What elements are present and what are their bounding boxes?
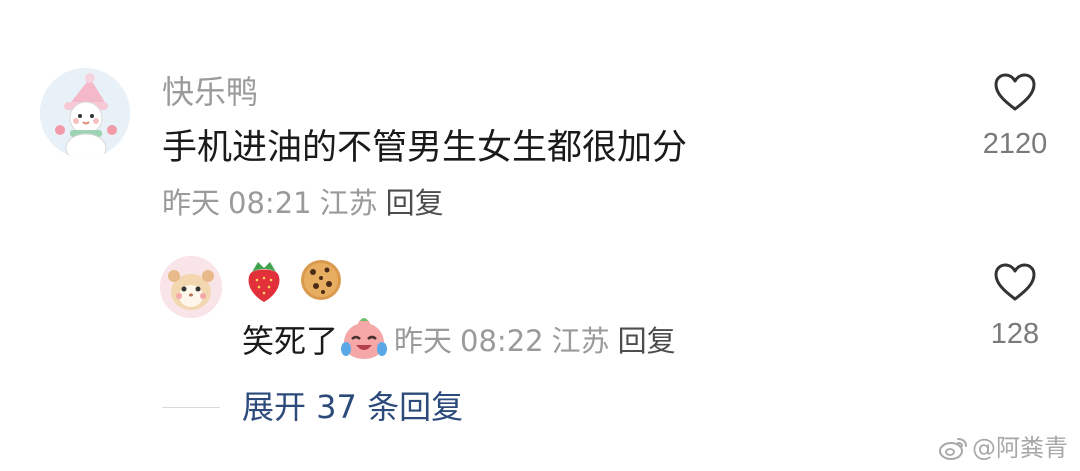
reply-like-button[interactable]: 128 <box>975 262 1055 352</box>
reply-button[interactable]: 回复 <box>386 186 444 220</box>
expand-divider <box>162 407 220 408</box>
like-button[interactable]: 2120 <box>975 72 1055 162</box>
snowman-avatar-icon <box>40 68 130 158</box>
cookie-emoji <box>301 260 342 300</box>
laughing-crying-face-emoji <box>341 318 388 359</box>
comment-meta: 昨天 08:21 江苏 回复 <box>162 184 452 222</box>
heart-icon[interactable] <box>993 72 1037 112</box>
comment-location: 江苏 <box>319 186 378 220</box>
hamster-avatar-icon <box>160 256 222 318</box>
reply-emoji-row <box>244 258 353 306</box>
comment-text: 手机进油的不管男生女生都很加分 <box>162 128 688 168</box>
weibo-logo-icon <box>939 438 967 460</box>
heart-icon[interactable] <box>993 262 1037 302</box>
username[interactable]: 快乐鸭 <box>162 72 258 112</box>
reply-reply-button[interactable]: 回复 <box>618 324 676 358</box>
reply-location: 江苏 <box>551 324 610 358</box>
expand-replies-link[interactable]: 展开 37 条回复 <box>242 386 463 428</box>
comment-date: 昨天 <box>162 186 221 220</box>
strawberry-emoji <box>248 262 280 302</box>
like-count: 2120 <box>982 128 1048 160</box>
avatar[interactable] <box>40 68 130 158</box>
watermark: @阿粪青 <box>938 433 1068 463</box>
reply-date: 昨天 <box>394 324 453 358</box>
comment-time: 08:21 <box>228 186 312 220</box>
reply-time: 08:22 <box>460 324 544 358</box>
reply-line: 笑死了 昨天 08:22 江苏 回复 <box>242 316 684 362</box>
reply-text: 笑死了 <box>242 322 339 360</box>
watermark-text: @阿粪青 <box>972 434 1068 462</box>
reply-avatar[interactable] <box>160 256 222 318</box>
reply-like-count: 128 <box>990 318 1040 350</box>
reply-meta: 昨天 08:22 江苏 回复 <box>394 318 684 360</box>
